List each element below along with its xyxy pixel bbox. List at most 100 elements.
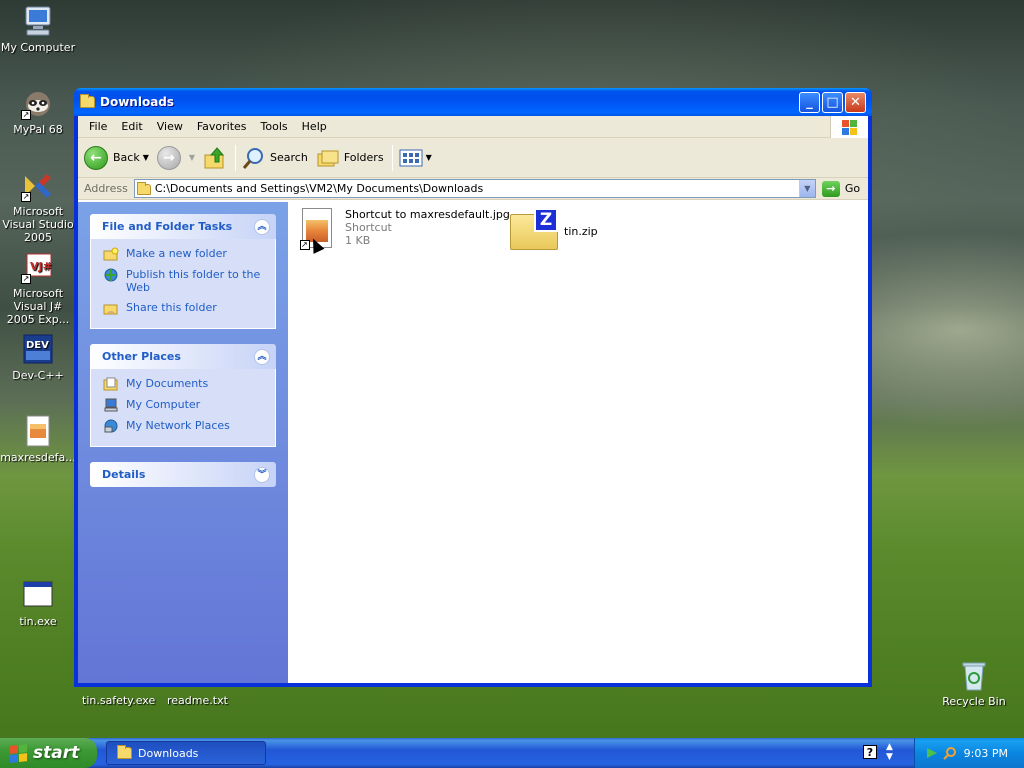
minimize-button[interactable]: _: [799, 91, 820, 113]
toolbar-separator: [235, 144, 237, 171]
file-type: Shortcut: [345, 221, 392, 234]
menu-favorites[interactable]: Favorites: [190, 120, 254, 133]
desktop-icon-label: MyPal 68: [13, 123, 63, 136]
svg-text:DEV: DEV: [26, 340, 49, 351]
forward-arrow-icon: →: [156, 145, 181, 170]
windows-logo-icon: [830, 116, 868, 138]
close-button[interactable]: ✕: [845, 91, 866, 113]
desktop-icon-label: Dev-C++: [12, 369, 64, 382]
place-my-network-places[interactable]: My Network Places: [103, 419, 265, 433]
desktop-icon-label: tin.exe: [19, 615, 57, 628]
search-button[interactable]: Search: [242, 146, 308, 170]
desktop-icon-visual-studio[interactable]: ↗ Microsoft Visual Studio 2005: [0, 168, 76, 244]
desktop-label-readme[interactable]: readme.txt: [167, 694, 228, 707]
desktop-icon-recycle-bin[interactable]: Recycle Bin: [936, 658, 1012, 708]
go-arrow-icon: →: [821, 180, 840, 197]
network-places-icon: [104, 419, 118, 433]
recycle-bin-icon: [957, 658, 991, 692]
desktop-icon-label: Recycle Bin: [942, 695, 1006, 708]
panel-title: Details: [102, 468, 146, 481]
title-bar[interactable]: Downloads _ □ ✕: [74, 88, 872, 116]
file-name: tin.zip: [564, 225, 598, 238]
my-documents-icon: [103, 377, 118, 391]
back-button[interactable]: ← Back ▼: [84, 145, 149, 170]
menu-help[interactable]: Help: [295, 120, 334, 133]
search-tray-icon[interactable]: [943, 746, 957, 760]
panel-title: File and Folder Tasks: [102, 220, 233, 233]
place-my-documents[interactable]: My Documents: [103, 377, 265, 391]
file-name: Shortcut to maxresdefault.jpg: [345, 208, 510, 221]
views-button[interactable]: ▼: [399, 148, 432, 168]
address-field[interactable]: C:\Documents and Settings\VM2\My Documen…: [133, 179, 816, 198]
shortcut-arrow-icon: ↗: [21, 110, 31, 120]
start-label: start: [33, 743, 80, 763]
taskbar: start Downloads ? ▲ ▼ 9:03 PM: [0, 738, 1024, 768]
back-dropdown-icon[interactable]: ▼: [143, 153, 149, 162]
maximize-button[interactable]: □: [822, 91, 843, 113]
address-value: C:\Documents and Settings\VM2\My Documen…: [154, 182, 484, 195]
task-pane: File and Folder Tasks ︽ Make a new folde…: [78, 202, 288, 683]
start-button[interactable]: start: [0, 738, 97, 768]
visual-studio-icon: ↗: [21, 168, 55, 202]
file-item-shortcut-jpg[interactable]: ↗ Shortcut to maxresdefault.jpg Shortcut…: [298, 208, 510, 254]
address-bar: Address C:\Documents and Settings\VM2\My…: [78, 178, 868, 200]
up-folder-button[interactable]: [203, 146, 227, 170]
task-label: Publish this folder to the Web: [126, 268, 261, 294]
new-folder-icon: [103, 247, 119, 261]
go-button[interactable]: → Go: [821, 180, 861, 197]
forward-dropdown-icon[interactable]: ▼: [189, 153, 195, 162]
share-folder-icon: [103, 304, 118, 315]
network-tray-icon[interactable]: [925, 746, 939, 760]
clock[interactable]: 9:03 PM: [964, 747, 1008, 760]
system-tray: 9:03 PM: [914, 738, 1024, 768]
taskbar-button-downloads[interactable]: Downloads: [106, 741, 266, 765]
views-dropdown-icon[interactable]: ▼: [426, 153, 432, 162]
other-places-panel: Other Places ︽ My Documents My Computer: [90, 344, 276, 447]
desktop-label-tin-safety[interactable]: tin.safety.exe: [82, 694, 155, 707]
window-client: File Edit View Favorites Tools Help ← Ba…: [78, 116, 868, 683]
address-dropdown-button[interactable]: ▼: [798, 180, 815, 197]
desktop-icon-tin-exe[interactable]: tin.exe: [0, 578, 76, 628]
desktop-icon-label: Microsoft Visual Studio 2005: [2, 205, 74, 244]
desktop-icon-my-computer[interactable]: My Computer: [0, 4, 76, 54]
publish-web-icon: [104, 268, 118, 282]
collapse-chevron-icon[interactable]: ︽: [254, 218, 270, 235]
help-icon[interactable]: ?: [863, 745, 877, 759]
expand-chevron-icon[interactable]: ︾: [254, 466, 270, 483]
other-places-header[interactable]: Other Places ︽: [90, 344, 276, 369]
menu-bar: File Edit View Favorites Tools Help: [78, 116, 868, 138]
place-label: My Documents: [126, 377, 209, 390]
file-folder-tasks-header[interactable]: File and Folder Tasks ︽: [90, 214, 276, 239]
details-panel: Details ︾: [90, 462, 276, 487]
task-make-new-folder[interactable]: Make a new folder: [103, 247, 265, 261]
forward-button[interactable]: → ▼: [156, 145, 195, 170]
task-publish-folder[interactable]: Publish this folder to the Web: [103, 268, 265, 294]
folders-button[interactable]: Folders: [316, 146, 384, 170]
details-header[interactable]: Details ︾: [90, 462, 276, 487]
window-title: Downloads: [100, 95, 175, 109]
menu-tools[interactable]: Tools: [254, 120, 295, 133]
desktop-icon-label: Microsoft Visual J# 2005 Exp...: [6, 287, 70, 326]
desktop-icon-visual-jsharp[interactable]: VJ# ↗ Microsoft Visual J# 2005 Exp...: [0, 250, 76, 326]
folder-icon: [136, 182, 151, 195]
place-my-computer[interactable]: My Computer: [103, 398, 265, 412]
desktop-icon-mypal[interactable]: ↗ MyPal 68: [0, 86, 76, 136]
go-label: Go: [844, 182, 861, 195]
menu-view[interactable]: View: [150, 120, 190, 133]
svg-text:VJ#: VJ#: [30, 260, 52, 273]
views-icon: [399, 149, 423, 166]
computer-icon: [104, 398, 118, 412]
task-label: Share this folder: [126, 301, 217, 314]
task-share-folder[interactable]: Share this folder: [103, 301, 265, 315]
menu-file[interactable]: File: [82, 120, 114, 133]
collapse-chevron-icon[interactable]: ︽: [254, 348, 270, 365]
search-label: Search: [270, 151, 308, 164]
desktop-icon-maxresdefault[interactable]: maxresdefa...: [0, 414, 76, 464]
desktop-icon-label: My Computer: [0, 41, 76, 54]
tray-expand-icon[interactable]: ▲ ▼: [886, 742, 893, 762]
window-body: File and Folder Tasks ︽ Make a new folde…: [78, 202, 868, 683]
file-item-tin-zip[interactable]: Z tin.zip: [510, 208, 598, 252]
place-label: My Network Places: [126, 419, 230, 432]
menu-edit[interactable]: Edit: [114, 120, 149, 133]
desktop-icon-dev-cpp[interactable]: DEV Dev-C++: [0, 332, 76, 382]
